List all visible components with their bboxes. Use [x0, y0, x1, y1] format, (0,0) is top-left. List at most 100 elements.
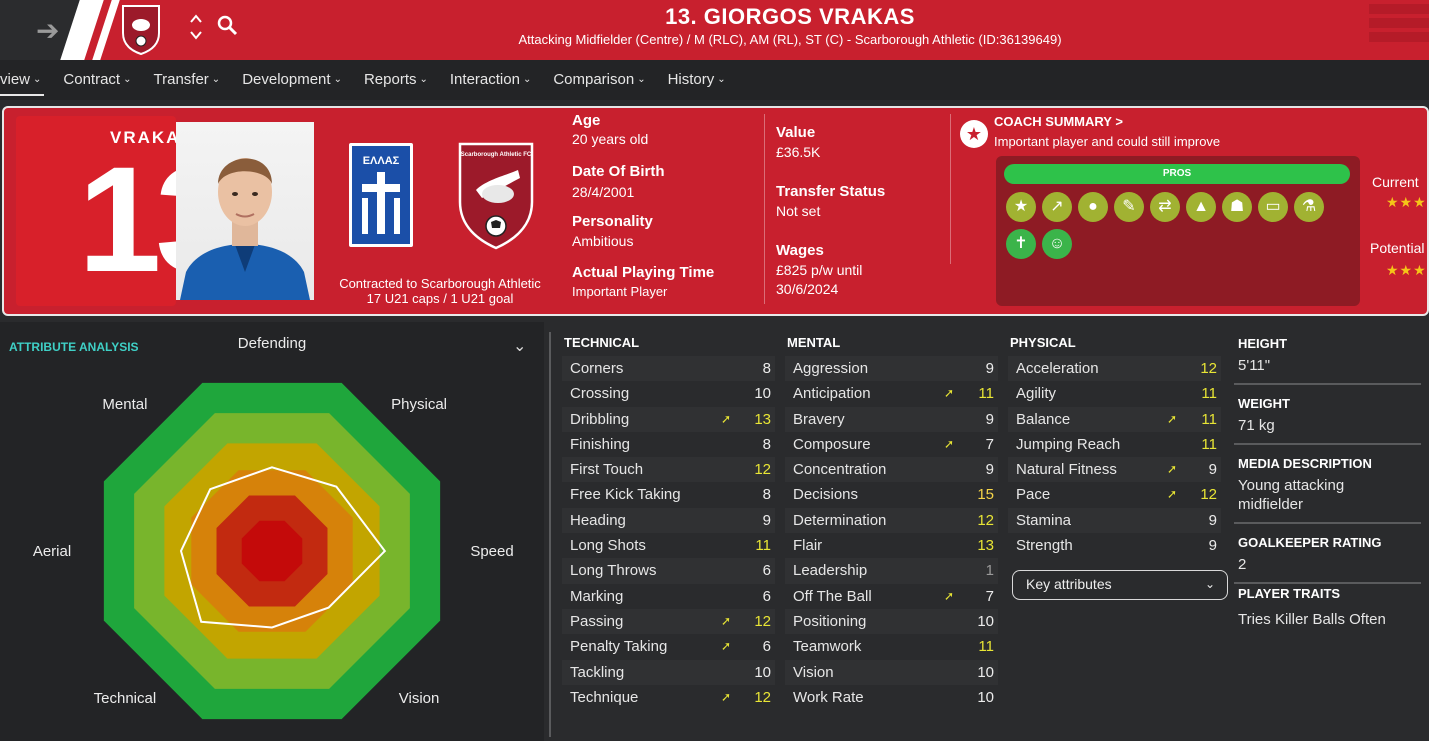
tab-interaction[interactable]: Interaction ⌄ — [439, 60, 542, 100]
tab-history[interactable]: History ⌄ — [657, 60, 737, 100]
chevron-down-icon: ⌄ — [333, 74, 342, 85]
attribute-row[interactable]: Pace ➚ 12 — [1008, 482, 1221, 508]
divider — [1234, 443, 1421, 445]
attribute-row[interactable]: First Touch 12 — [562, 457, 775, 483]
attribute-row[interactable]: Dribbling ➚ 13 — [562, 406, 775, 432]
attribute-value: 12 — [1200, 486, 1217, 504]
mentality-head-icon[interactable]: ● — [1078, 192, 1108, 222]
attribute-value: 9 — [1208, 537, 1217, 555]
attribute-row[interactable]: Leadership 1 — [785, 558, 998, 584]
attribute-name: Heading — [570, 511, 626, 529]
player-photo — [176, 122, 314, 300]
attribute-row[interactable]: Passing ➚ 12 — [562, 608, 775, 635]
attribute-name: Corners — [570, 360, 624, 377]
attribute-row[interactable]: Flair 13 — [785, 533, 998, 559]
dribbling-cone-icon[interactable]: ▲ — [1186, 192, 1216, 222]
pitch-icon[interactable]: ▭ — [1258, 192, 1288, 222]
tab-contract[interactable]: Contract ⌄ — [52, 60, 142, 100]
attribute-row[interactable]: Free Kick Taking 8 — [562, 482, 775, 508]
attribute-row[interactable]: Composure ➚ 7 — [785, 431, 998, 458]
chevron-down-icon: ⌄ — [33, 74, 42, 85]
happy-cone-icon[interactable]: ☺ — [1042, 229, 1072, 259]
attribute-row[interactable]: Bravery 9 — [785, 406, 998, 432]
attribute-row[interactable]: Teamwork 11 — [785, 634, 998, 660]
attribute-row[interactable]: Off The Ball ➚ 7 — [785, 583, 998, 609]
attribute-row[interactable]: Acceleration 12 — [1008, 356, 1221, 382]
tab-overview[interactable]: view ⌄ — [0, 60, 52, 100]
attribute-name: Balance — [1016, 410, 1071, 428]
attribute-row[interactable]: Jumping Reach 11 — [1008, 431, 1221, 458]
flask-icon[interactable]: ⚗ — [1294, 192, 1324, 222]
attribute-name: Bravery — [793, 410, 845, 428]
weight-value: 71 kg — [1238, 417, 1275, 434]
improving-trend-icon[interactable]: ↗ — [1042, 192, 1072, 222]
attribute-row[interactable]: Anticipation ➚ 11 — [785, 381, 998, 407]
attribute-name: Composure — [793, 435, 871, 453]
attribute-row[interactable]: Balance ➚ 11 — [1008, 406, 1221, 432]
player-trait: Tries Killer Balls Often — [1238, 611, 1386, 628]
attribute-row[interactable]: Technique ➚ 12 — [562, 684, 775, 711]
signpost-icon[interactable]: ✝ — [1006, 229, 1036, 259]
attribute-row[interactable]: Natural Fitness ➚ 9 — [1008, 457, 1221, 483]
attribute-row[interactable]: Stamina 9 — [1008, 507, 1221, 534]
passing-arrows-icon[interactable]: ⇄ — [1150, 192, 1180, 222]
attribute-row[interactable]: Tackling 10 — [562, 659, 775, 685]
player-figure-icon[interactable]: ☗ — [1222, 192, 1252, 222]
attribute-name: Decisions — [793, 486, 859, 504]
attribute-row[interactable]: Work Rate 10 — [785, 684, 998, 711]
attribute-row[interactable]: Crossing 10 — [562, 381, 775, 407]
attribute-row[interactable]: Positioning 10 — [785, 608, 998, 635]
attribute-row[interactable]: Penalty Taking ➚ 6 — [562, 634, 775, 660]
coach-summary-link[interactable]: COACH SUMMARY > — [994, 114, 1123, 129]
attribute-name: Pace — [1016, 486, 1051, 504]
prev-next-player-icon[interactable] — [188, 12, 204, 42]
attribute-row[interactable]: Vision 10 — [785, 659, 998, 685]
attribute-row[interactable]: Finishing 8 — [562, 431, 775, 458]
chevron-down-icon[interactable]: ⌄ — [513, 336, 526, 356]
attribute-row[interactable]: Aggression 9 — [785, 356, 998, 382]
search-icon[interactable] — [216, 14, 238, 36]
attribute-name: Leadership — [793, 562, 868, 580]
attribute-value: 9 — [985, 360, 994, 377]
attribute-name: Acceleration — [1016, 360, 1099, 377]
divider — [1234, 582, 1421, 584]
forward-arrow-icon[interactable]: ➔ — [36, 14, 59, 47]
attribute-name: Positioning — [793, 612, 867, 630]
trend-arrow-icon: ➚ — [943, 588, 954, 603]
transfer-status-label: Transfer Status — [776, 183, 886, 200]
attribute-value: 6 — [762, 638, 771, 656]
attribute-value: 8 — [762, 435, 771, 453]
tab-development[interactable]: Development ⌄ — [231, 60, 353, 100]
attribute-row[interactable]: Marking 6 — [562, 583, 775, 609]
attribute-row[interactable]: Decisions 15 — [785, 482, 998, 508]
attribute-name: Anticipation — [793, 385, 871, 403]
divider — [1234, 522, 1421, 524]
mental-attributes: MENTAL Aggression 9 Anticipation ➚ 11 Bravery… — [785, 332, 998, 711]
key-attributes-dropdown[interactable]: Key attributes ⌄ — [1012, 570, 1228, 600]
pros-panel: PROS ★ ↗ ● ✎ ⇄ ▲ ☗ ▭ ⚗ ✝ ☺ — [996, 156, 1360, 306]
attribute-name: Off The Ball — [793, 587, 872, 605]
attribute-value: 15 — [977, 486, 994, 504]
attribute-row[interactable]: Determination 12 — [785, 507, 998, 534]
attribute-name: Free Kick Taking — [570, 486, 681, 504]
attribute-row[interactable]: Corners 8 — [562, 356, 775, 382]
attribute-row[interactable]: Concentration 9 — [785, 457, 998, 483]
wages-expiry: 30/6/2024 — [776, 281, 839, 297]
club-crest-icon[interactable] — [120, 3, 162, 55]
value-label: Value — [776, 124, 816, 141]
header-decoration — [1369, 18, 1429, 28]
attribute-row[interactable]: Heading 9 — [562, 507, 775, 534]
attribute-row[interactable]: Long Throws 6 — [562, 558, 775, 584]
attribute-row[interactable]: Long Shots 11 — [562, 533, 775, 559]
star-player-icon[interactable]: ★ — [1006, 192, 1036, 222]
attribute-row[interactable]: Agility 11 — [1008, 381, 1221, 407]
player-banner: VRAKA 13 ΕΛΛΑΣ Scarborough Athletic FC — [2, 106, 1429, 316]
height-value: 5'11" — [1238, 357, 1271, 374]
tab-reports[interactable]: Reports ⌄ — [353, 60, 439, 100]
chevron-down-icon: ⌄ — [1204, 577, 1215, 591]
tab-comparison[interactable]: Comparison ⌄ — [542, 60, 656, 100]
tab-transfer[interactable]: Transfer ⌄ — [143, 60, 232, 100]
boot-icon[interactable]: ✎ — [1114, 192, 1144, 222]
trend-arrow-icon: ➚ — [720, 639, 731, 654]
attribute-row[interactable]: Strength 9 — [1008, 533, 1221, 559]
